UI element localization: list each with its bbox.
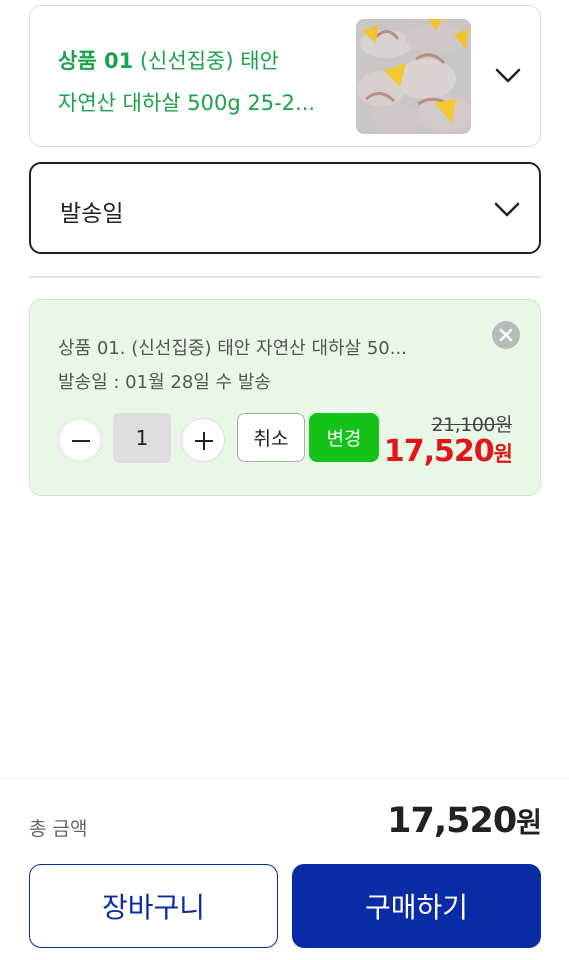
total-label: 총 금액 [29, 818, 88, 840]
quantity-increase-button[interactable] [181, 418, 225, 462]
selected-item-ship-date: 발송일 : 01월 28일 수 발송 [58, 372, 271, 393]
chevron-down-icon[interactable] [494, 202, 520, 218]
sale-price: 17,520원 [383, 434, 513, 469]
product-name-line2: 자연산 대하살 500g 25-2... [58, 91, 316, 115]
change-button[interactable]: 변경 [309, 413, 379, 462]
chevron-down-icon[interactable] [495, 68, 521, 84]
plus-icon [195, 432, 213, 450]
sale-price-unit: 원 [493, 442, 513, 466]
original-price: 21,100원 [431, 414, 513, 436]
sale-price-amount: 17,520 [383, 434, 495, 469]
total-amount: 17,520원 [387, 801, 542, 841]
total-amount-unit: 원 [516, 806, 542, 839]
product-select-title: 상품 01 (신선집중) 태안 자연산 대하살 500g 25-2... [58, 40, 348, 124]
quantity-decrease-button[interactable] [58, 418, 102, 462]
close-circle-icon [499, 328, 513, 342]
product-select-dropdown[interactable]: 상품 01 (신선집중) 태안 자연산 대하살 500g 25-2... [29, 5, 541, 147]
product-number: 상품 01 [58, 49, 134, 73]
ship-date-label: 발송일 [60, 201, 124, 227]
add-to-cart-button[interactable]: 장바구니 [29, 864, 278, 948]
section-divider [29, 276, 541, 278]
product-name-line1: (신선집중) 태안 [133, 49, 279, 73]
product-thumbnail [356, 19, 471, 134]
ship-date-dropdown[interactable]: 발송일 [29, 162, 541, 254]
quantity-value[interactable]: 1 [113, 413, 171, 463]
selected-item-name: 상품 01. (신선집중) 태안 자연산 대하살 50... [58, 338, 407, 359]
total-amount-value: 17,520 [387, 801, 517, 841]
remove-item-button[interactable] [492, 321, 520, 349]
minus-icon [72, 440, 90, 442]
selected-item-card: 상품 01. (신선집중) 태안 자연산 대하살 50... 발송일 : 01월… [29, 299, 541, 496]
cancel-button[interactable]: 취소 [237, 413, 305, 462]
bottom-summary-bar: 총 금액 17,520원 장바구니 구매하기 [0, 778, 569, 960]
buy-now-button[interactable]: 구매하기 [292, 864, 541, 948]
